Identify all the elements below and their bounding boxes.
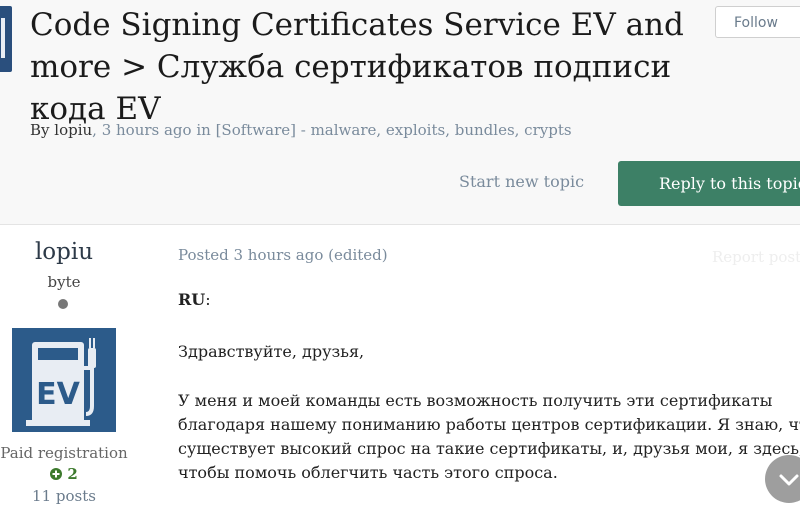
post-greeting: Здравствуйте, друзья,: [178, 342, 365, 361]
post-line: благодаря нашему пониманию работы центро…: [178, 415, 800, 434]
reply-button[interactable]: Reply to this topic: [618, 161, 800, 206]
post-paragraph: У меня и моей команды есть возможность п…: [178, 389, 800, 485]
offline-dot-icon: [58, 299, 68, 309]
byline-author-link[interactable]: lopiu: [54, 121, 92, 139]
post-meta: Posted 3 hours ago (edited): [178, 246, 388, 264]
member-group: Paid registration: [0, 444, 128, 462]
ev-charger-icon: EV: [12, 328, 116, 432]
post-author-panel: lopiu byte EV Paid registration 2 11 pos…: [0, 225, 128, 510]
post-line: существует высокий спрос на такие сертиф…: [178, 439, 800, 458]
author-rank: byte: [47, 273, 81, 291]
start-new-topic-link[interactable]: Start new topic: [459, 172, 584, 191]
avatar-text: EV: [36, 377, 80, 412]
reputation-count: 2: [67, 465, 78, 483]
byline-time: , 3 hours ago in: [92, 121, 216, 139]
byline-prefix: By: [30, 121, 55, 139]
avatar[interactable]: EV: [12, 328, 116, 432]
author-name-link[interactable]: lopiu: [0, 239, 128, 265]
lang-colon: :: [205, 290, 211, 309]
page-title: Code Signing Certificates Service EV and…: [30, 7, 684, 127]
byline-forum-link[interactable]: [Software] - malware, exploits, bundles,…: [216, 121, 572, 139]
post-lang-label: RU:: [178, 288, 211, 312]
forum-icon: [0, 6, 12, 72]
lang-code: RU: [178, 290, 206, 309]
topic-byline: By lopiu, 3 hours ago in [Software] - ma…: [30, 121, 572, 139]
plus-circle-icon: [50, 468, 63, 480]
report-post-link[interactable]: Report post: [712, 248, 800, 266]
scroll-down-button[interactable]: [765, 455, 800, 503]
topic-header: Code Signing Certificates Service EV and…: [0, 0, 800, 225]
reputation: 2: [0, 465, 128, 483]
author-post-count-link[interactable]: 11 posts: [0, 487, 128, 505]
post-line: У меня и моей команды есть возможность п…: [178, 391, 773, 410]
chevron-down-icon: [779, 474, 799, 486]
post-line: чтобы помочь облегчить часть этого спрос…: [178, 463, 558, 482]
follow-button[interactable]: Follow: [715, 6, 800, 38]
